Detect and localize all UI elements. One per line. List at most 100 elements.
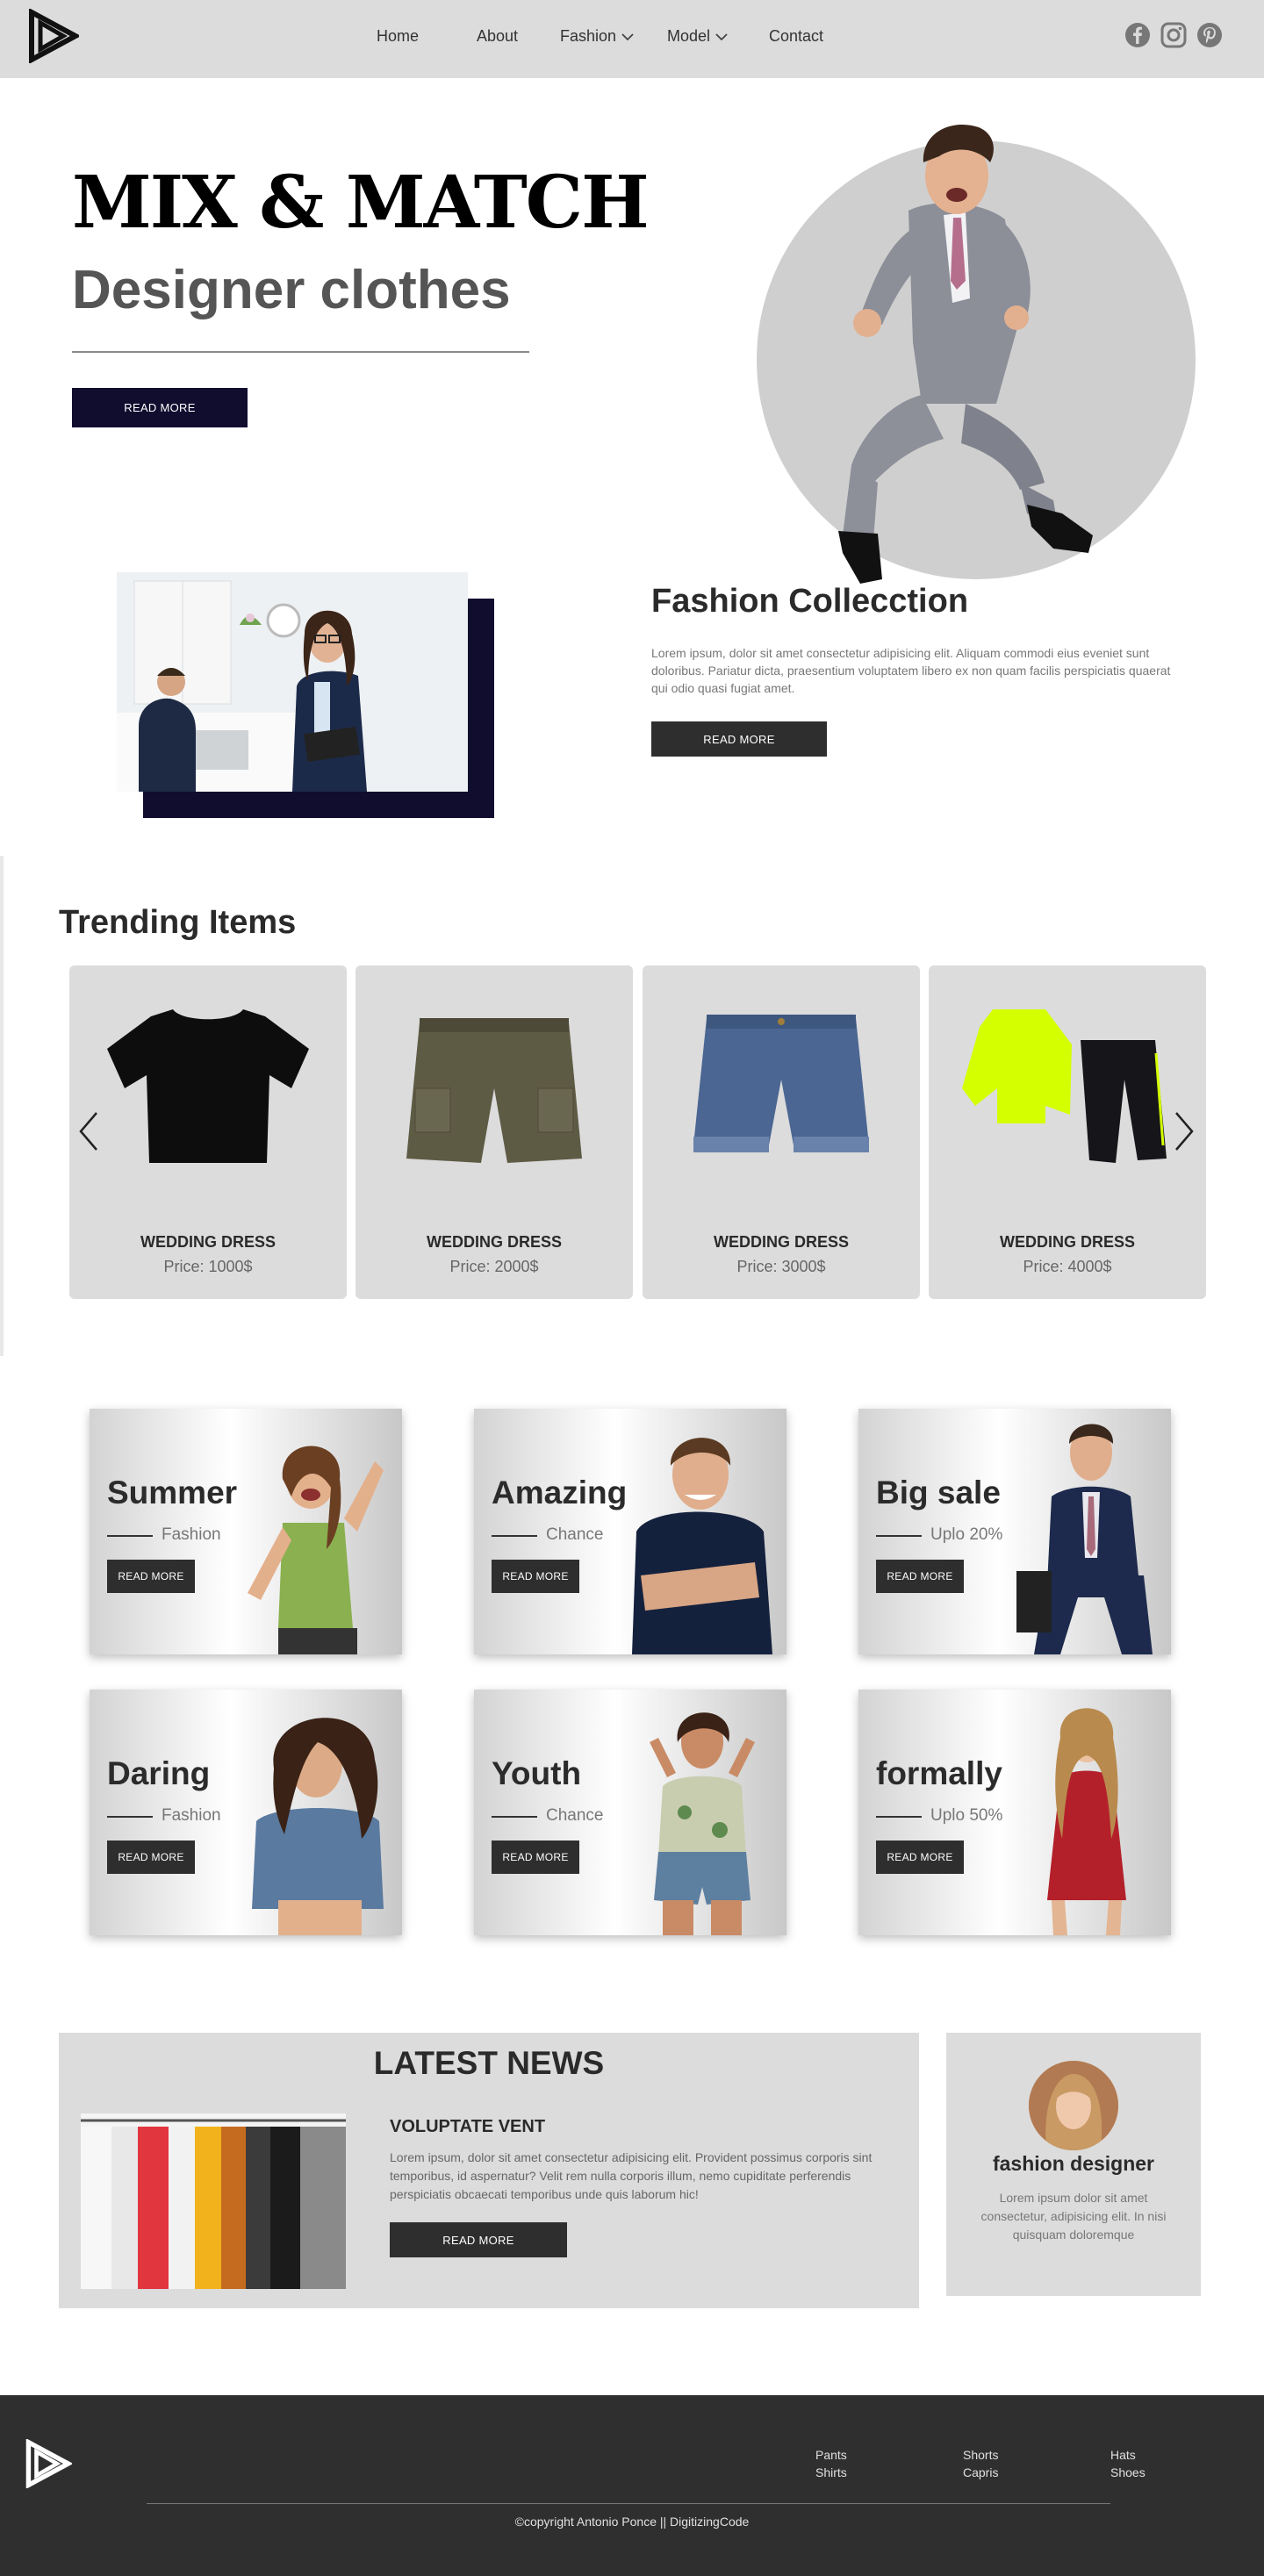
promo-card[interactable]: Amazing Chance READ MORE: [474, 1409, 786, 1654]
trending-item-price: Price: 4000$: [1023, 1258, 1112, 1275]
promo-read-more-button[interactable]: READ MORE: [492, 1560, 579, 1593]
designer-name: fashion designer: [992, 2152, 1155, 2175]
news-title: LATEST NEWS: [373, 2045, 605, 2081]
trending-title: Trending Items: [59, 904, 297, 941]
footer-link-pants[interactable]: Pants: [815, 2448, 847, 2462]
copyright-text: ©copyright Antonio Ponce || DigitizingCo…: [514, 2515, 750, 2529]
cargo-shorts-image: [406, 1018, 582, 1163]
trending-card[interactable]: WEDDING DRESS Price: 2000$: [356, 965, 633, 1299]
news-body: Lorem ipsum, dolor sit amet consectetur …: [390, 2150, 873, 2201]
promo-card[interactable]: Summer Fashion READ MORE: [90, 1409, 402, 1654]
promo-divider: [107, 1816, 153, 1818]
trending-item-price: Price: 2000$: [449, 1258, 539, 1275]
nav-contact-label: Contact: [769, 27, 824, 45]
collection-title: Fashion Collecction: [651, 583, 969, 620]
footer-link-shorts[interactable]: Shorts: [963, 2448, 998, 2462]
chevron-down-icon: [621, 32, 634, 40]
promo-title: formally: [876, 1755, 1002, 1791]
office-photo: [117, 572, 468, 792]
promo-subtitle: Fashion: [162, 1806, 221, 1825]
page-left-border: [0, 856, 4, 1356]
promo-subtitle: Chance: [546, 1525, 604, 1544]
promo-divider: [876, 1816, 922, 1818]
trending-card[interactable]: WEDDING DRESS Price: 1000$: [69, 965, 347, 1299]
promo-read-more-button[interactable]: READ MORE: [876, 1841, 964, 1874]
news-read-more-button[interactable]: READ MORE: [390, 2222, 567, 2257]
hero-model-image: [838, 124, 1093, 584]
news-clothes-rack-image: [81, 2113, 346, 2289]
promo-card[interactable]: Big sale Uplo 20% READ MORE: [858, 1409, 1171, 1654]
promo-subtitle: Uplo 20%: [930, 1525, 1003, 1544]
promo-read-more-button[interactable]: READ MORE: [492, 1841, 579, 1874]
nav-home[interactable]: Home: [377, 27, 419, 46]
footer-link-capris[interactable]: Capris: [963, 2465, 998, 2479]
footer-link-shoes[interactable]: Shoes: [1110, 2465, 1146, 2479]
nav-fashion-label: Fashion: [560, 27, 617, 45]
promo-model-image: [632, 1438, 772, 1654]
nav-model-label: Model: [667, 27, 711, 45]
trending-item-name: WEDDING DRESS: [140, 1233, 276, 1251]
promo-divider: [107, 1535, 153, 1537]
pinterest-icon[interactable]: [1196, 21, 1224, 49]
hero-read-more-button[interactable]: READ MORE: [72, 388, 248, 427]
promo-title: Summer: [107, 1475, 238, 1510]
footer-link-shirts[interactable]: Shirts: [815, 2465, 847, 2479]
designer-avatar: [1029, 2061, 1118, 2150]
trending-item-name: WEDDING DRESS: [999, 1233, 1135, 1251]
facebook-icon[interactable]: [1124, 21, 1152, 49]
designer-bio: Lorem ipsum dolor sit amet consectetur, …: [980, 2191, 1167, 2242]
clothes-rack-photo: [81, 2113, 346, 2289]
trending-item-name: WEDDING DRESS: [426, 1233, 562, 1251]
promo-divider: [876, 1535, 922, 1537]
tracksuit-image: [962, 1009, 1167, 1163]
promo-model-image: [1016, 1424, 1153, 1654]
promo-card[interactable]: formally Uplo 50% READ MORE: [858, 1690, 1171, 1935]
promo-model-image: [252, 1718, 384, 1935]
footer-link-hats[interactable]: Hats: [1110, 2448, 1136, 2462]
nav-contact[interactable]: Contact: [769, 27, 823, 46]
t-shirt-image: [107, 1009, 309, 1163]
instagram-icon[interactable]: [1160, 21, 1188, 49]
nav-about-label: About: [477, 27, 519, 45]
nav-menu: Home About Fashion Model Contact: [0, 0, 1264, 78]
promo-subtitle: Fashion: [162, 1525, 221, 1544]
promo-title: Big sale: [876, 1475, 1001, 1510]
promo-model-image: [650, 1712, 755, 1935]
promo-subtitle: Chance: [546, 1806, 604, 1825]
latest-news-panel: LATEST NEWS VOLUPTATE VENT Lorem ipsum, …: [59, 2033, 919, 2308]
nav-home-label: Home: [377, 27, 420, 45]
carousel-next-arrow-icon[interactable]: [1171, 1109, 1197, 1153]
denim-shorts-image: [693, 1015, 869, 1152]
collection-read-more-button[interactable]: READ MORE: [651, 721, 827, 757]
promo-read-more-button[interactable]: READ MORE: [107, 1560, 195, 1593]
collection-description: Lorem ipsum, dolor sit amet consectetur …: [651, 646, 1171, 695]
hero-subtitle: Designer clothes: [72, 260, 511, 320]
designer-card: fashion designer Lorem ipsum dolor sit a…: [946, 2033, 1201, 2296]
promo-title: Amazing: [492, 1475, 628, 1510]
nav-model-dropdown[interactable]: Model: [667, 27, 729, 46]
promo-divider: [492, 1816, 537, 1818]
footer-divider: [147, 2503, 1110, 2504]
trending-card[interactable]: WEDDING DRESS Price: 4000$: [929, 965, 1206, 1299]
designer-portrait: [1029, 2061, 1118, 2150]
trending-card[interactable]: WEDDING DRESS Price: 3000$: [643, 965, 920, 1299]
promo-read-more-button[interactable]: READ MORE: [107, 1841, 195, 1874]
nav-about[interactable]: About: [477, 27, 518, 46]
promo-card[interactable]: Daring Fashion READ MORE: [90, 1690, 402, 1935]
promo-model-image: [248, 1446, 384, 1654]
footer-brand-logo[interactable]: [25, 2439, 72, 2488]
top-nav: Home About Fashion Model Contact: [0, 0, 1264, 78]
page: Home About Fashion Model Contact MIX & M…: [0, 0, 1264, 2576]
collection-office-image: [117, 572, 468, 792]
promo-card[interactable]: Youth Chance READ MORE: [474, 1690, 786, 1935]
carousel-prev-arrow-icon[interactable]: [75, 1109, 102, 1153]
nav-fashion-dropdown[interactable]: Fashion: [560, 27, 636, 46]
promo-divider: [492, 1535, 537, 1537]
promo-read-more-button[interactable]: READ MORE: [876, 1560, 964, 1593]
hero-title: MIX & MATCH: [72, 161, 650, 245]
chevron-down-icon: [715, 32, 728, 40]
footer: Pants Shirts Shorts Capris Hats Shoes ©c…: [0, 2395, 1264, 2576]
promo-subtitle: Uplo 50%: [930, 1806, 1003, 1825]
trending-item-price: Price: 1000$: [163, 1258, 253, 1275]
promo-title: Youth: [492, 1755, 582, 1791]
